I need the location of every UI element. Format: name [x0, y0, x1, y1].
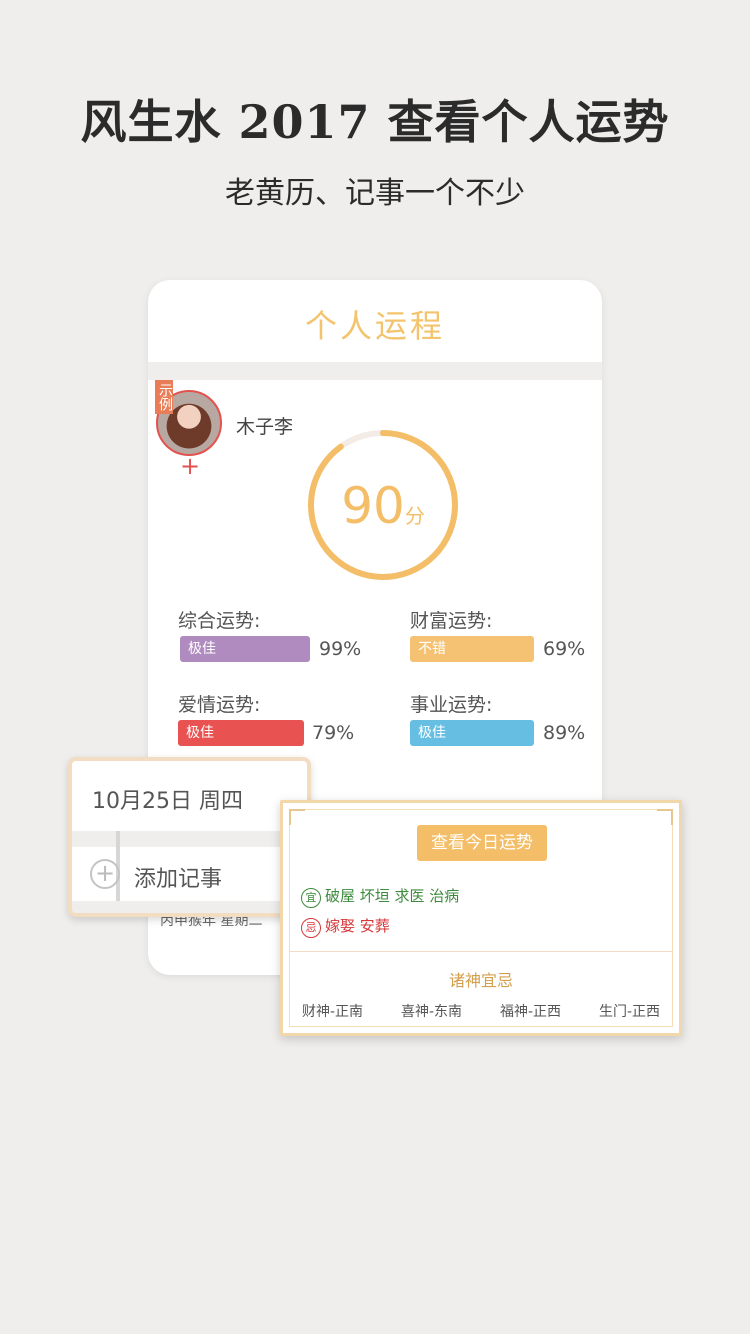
headline: 风生水 2017 查看个人运势	[80, 95, 670, 149]
avoid-badge-icon: 忌	[301, 918, 321, 938]
add-icon[interactable]: +	[90, 859, 120, 889]
score-display: 90分	[303, 477, 463, 535]
section-divider	[72, 901, 307, 913]
gods-title: 诸神宜忌	[448, 971, 513, 990]
date-card: 10月25日 周四 + 添加记事	[68, 757, 311, 917]
sample-tag: 示例	[155, 380, 173, 414]
view-today-fortune-button[interactable]: 查看今日运势	[417, 825, 547, 861]
fortune-overall: 综合运势: 极佳 99%	[178, 606, 361, 662]
fortune-label: 财富运势:	[410, 610, 493, 632]
subheadline: 老黄历、记事一个不少	[225, 176, 525, 211]
fortune-wealth: 财富运势: 不错 69%	[410, 606, 585, 662]
fortune-label: 综合运势:	[178, 610, 261, 632]
page-title: 个人运程	[304, 307, 445, 345]
section-divider	[72, 831, 307, 847]
plus-icon[interactable]: +	[180, 452, 200, 480]
direction-item: 财神-正南	[301, 1004, 364, 1020]
fortune-percent: 99%	[319, 638, 362, 660]
suitable-row: 宜破屋 坏垣 求医 治病	[301, 885, 459, 908]
fortune-love: 爱情运势: 极佳 79%	[178, 690, 354, 746]
avoid-items: 嫁娶 安葬	[325, 917, 390, 935]
fortune-badge: 极佳	[180, 636, 310, 662]
date-label: 10月25日 周四	[92, 789, 243, 814]
fortune-career: 事业运势: 极佳 89%	[410, 690, 585, 746]
suitable-items: 破屋 坏垣 求医 治病	[325, 887, 460, 905]
god-directions: 财神-正南 喜神-东南 福神-正西 生门-正西	[283, 1001, 679, 1021]
fortune-percent: 89%	[543, 722, 586, 744]
almanac-card: 查看今日运势 宜破屋 坏垣 求医 治病 忌嫁娶 安葬 诸神宜忌 财神-正南 喜神…	[280, 800, 682, 1036]
corner-ornament	[289, 809, 305, 825]
direction-item: 生门-正西	[598, 1004, 661, 1020]
fortune-badge: 极佳	[410, 720, 534, 746]
avoid-row: 忌嫁娶 安葬	[301, 915, 390, 938]
fortune-percent: 69%	[543, 638, 586, 660]
add-note-button[interactable]: 添加记事	[134, 861, 222, 893]
fortune-badge: 极佳	[178, 720, 304, 746]
fortune-label: 事业运势:	[410, 694, 493, 716]
direction-item: 福神-正西	[499, 1004, 562, 1020]
corner-ornament	[657, 809, 673, 825]
score-value: 90	[341, 477, 405, 535]
score-unit: 分	[404, 504, 425, 528]
fortune-badge: 不错	[410, 636, 534, 662]
user-name: 木子李	[236, 416, 294, 438]
section-divider	[289, 951, 673, 952]
fortune-label: 爱情运势:	[178, 694, 261, 716]
section-divider	[148, 362, 602, 380]
direction-item: 喜神-东南	[400, 1004, 463, 1020]
avatar-area[interactable]: 示例 +	[155, 380, 224, 480]
fortune-percent: 79%	[312, 722, 355, 744]
suitable-badge-icon: 宜	[301, 888, 321, 908]
